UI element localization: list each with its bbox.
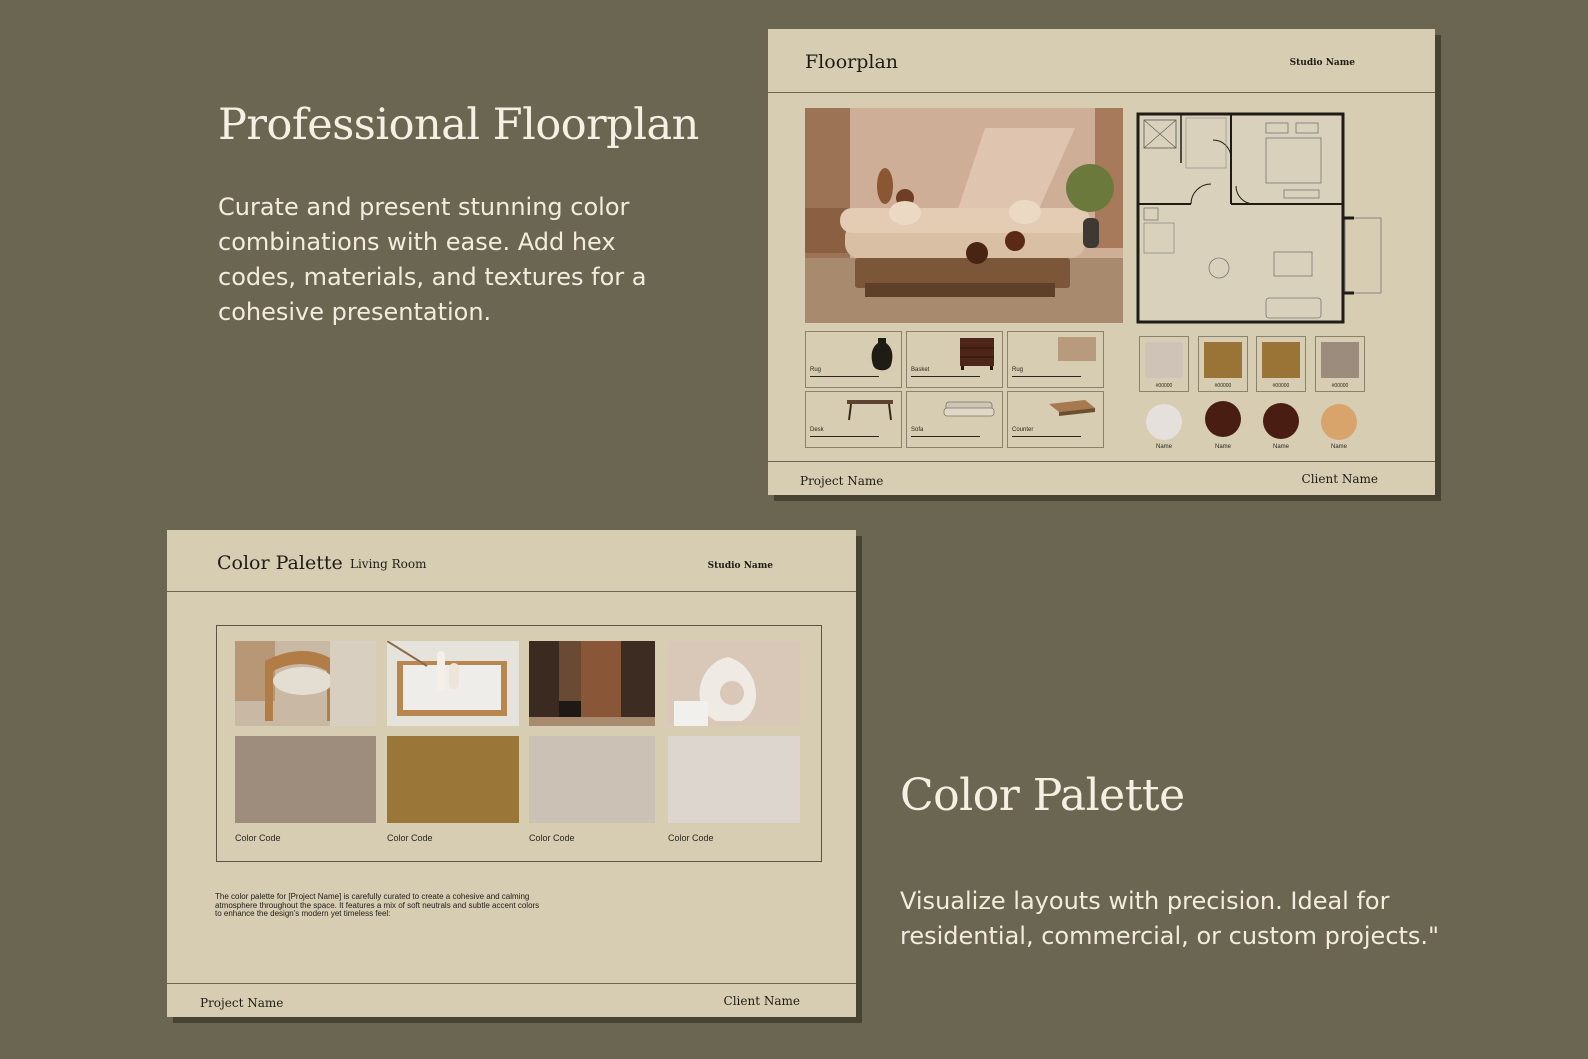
item-card: Counter <box>1007 391 1104 448</box>
dresser-icon <box>960 338 994 370</box>
color-code-label: Color Code <box>235 833 281 843</box>
floorplan-card-title: Floorplan <box>805 51 899 73</box>
swatch-fill <box>1262 342 1300 378</box>
client-name: Client Name <box>723 994 800 1008</box>
desk-icon <box>847 400 893 421</box>
room-name: Living Room <box>350 557 427 571</box>
floorplan-card-header: Floorplan Studio Name <box>768 29 1435 93</box>
item-divider <box>1012 376 1081 377</box>
color-code-label: Color Code <box>387 833 433 843</box>
tray-photo <box>387 641 519 726</box>
material-name: Name <box>1330 444 1347 450</box>
floorplan-heading: Professional Floorplan <box>218 100 699 150</box>
swatch-fill <box>1204 342 1242 378</box>
studio-name: Studio Name <box>1289 58 1355 68</box>
item-card: Desk <box>805 391 902 448</box>
swatch-fill <box>1145 342 1183 378</box>
swatch: #00000 <box>1139 336 1189 392</box>
floorplan-description: Curate and present stunning color combin… <box>218 193 647 326</box>
item-divider <box>911 376 980 377</box>
palette-color-block <box>235 736 376 823</box>
item-label: Sofa <box>911 427 924 433</box>
project-name: Project Name <box>200 996 284 1010</box>
counter-icon <box>1049 400 1095 416</box>
material-name: Name <box>1214 444 1231 450</box>
floorplan-card-footer: Project Name Client Name <box>768 461 1435 495</box>
material-sample <box>1321 404 1357 440</box>
item-label: Rug <box>810 367 822 373</box>
swatch-code: #00000 <box>1214 383 1232 389</box>
palette-color-block <box>668 736 800 823</box>
material-name: Name <box>1272 444 1289 450</box>
floorplan-drawing <box>1136 108 1386 328</box>
palette-card-footer: Project Name Client Name <box>167 983 856 1017</box>
color-code-label: Color Code <box>668 833 714 843</box>
color-palette-description: Visualize layouts with precision. Ideal … <box>900 887 1440 950</box>
palette-card-title: Color Palette <box>217 552 343 574</box>
client-name: Client Name <box>1301 472 1378 486</box>
interior-photo <box>529 641 655 726</box>
swatch-fill <box>1321 342 1359 378</box>
material-sample <box>1205 401 1241 437</box>
rug-icon <box>1058 337 1096 361</box>
chair-photo <box>235 641 376 726</box>
item-divider <box>810 376 879 377</box>
sofa-icon <box>943 401 995 417</box>
palette-description: The color palette for [Project Name] is … <box>215 892 540 918</box>
item-card: Sofa <box>906 391 1003 448</box>
color-code-label: Color Code <box>529 833 575 843</box>
item-divider <box>911 436 980 437</box>
living-room-photo <box>805 108 1123 323</box>
item-card: Rug <box>1007 331 1104 388</box>
material-sample <box>1263 403 1299 439</box>
swatch: #00000 <box>1198 336 1248 392</box>
item-label: Desk <box>810 427 824 433</box>
swatch: #00000 <box>1256 336 1306 392</box>
item-divider <box>810 436 879 437</box>
material-sample <box>1146 404 1182 440</box>
sculpture-photo <box>668 641 800 726</box>
swatch: #00000 <box>1315 336 1365 392</box>
swatch-code: #00000 <box>1272 383 1290 389</box>
color-palette-heading: Color Palette <box>900 770 1185 821</box>
studio-name: Studio Name <box>707 561 773 571</box>
palette-color-block <box>529 736 655 823</box>
item-divider <box>1012 436 1081 437</box>
swatch-code: #00000 <box>1331 383 1349 389</box>
floorplan-template-card: Floorplan Studio Name Rug Basket Rug Des… <box>768 29 1435 495</box>
palette-color-block <box>387 736 519 823</box>
item-label: Rug <box>1012 367 1024 373</box>
vase-icon <box>871 338 893 371</box>
swatch-code: #00000 <box>1155 383 1173 389</box>
item-label: Basket <box>911 367 930 373</box>
material-name: Name <box>1155 444 1172 450</box>
item-label: Counter <box>1012 427 1034 433</box>
project-name: Project Name <box>800 474 884 488</box>
palette-card-header: Color Palette Living Room Studio Name <box>167 530 856 592</box>
palette-frame: Color Code Color Code Color Code Color C… <box>216 625 822 862</box>
item-card: Rug <box>805 331 902 388</box>
item-card: Basket <box>906 331 1003 388</box>
color-palette-template-card: Color Palette Living Room Studio Name Co… <box>167 530 856 1017</box>
